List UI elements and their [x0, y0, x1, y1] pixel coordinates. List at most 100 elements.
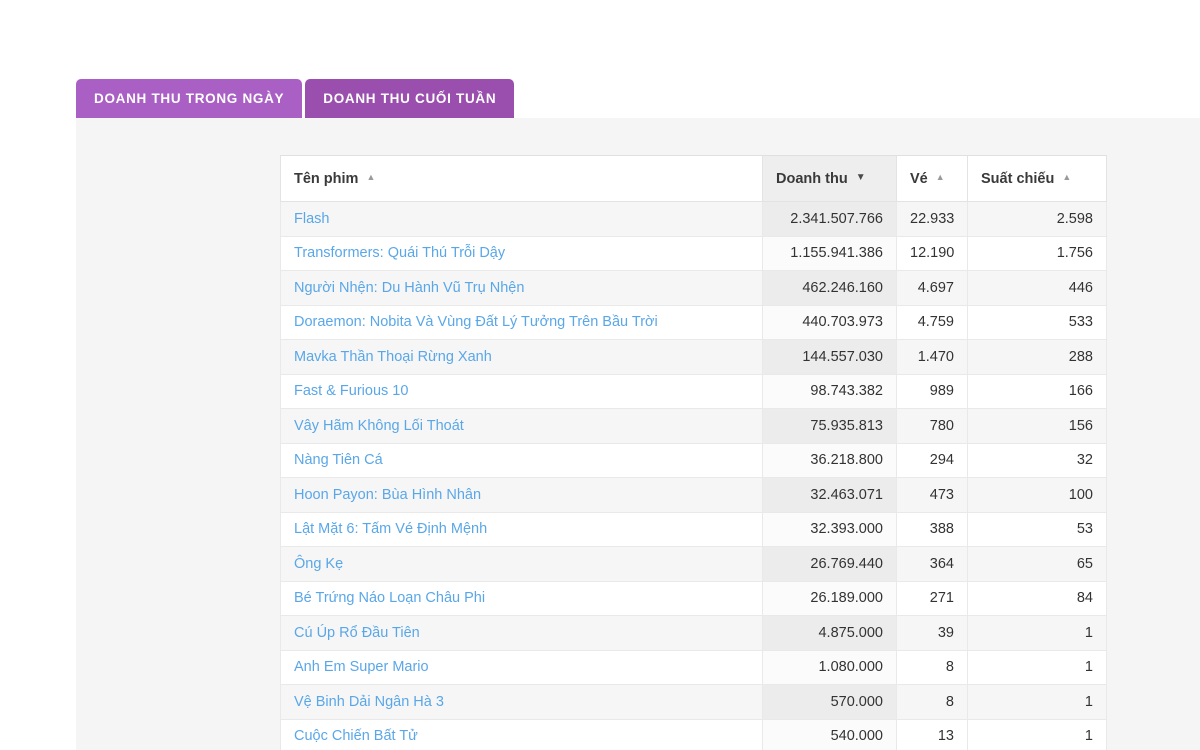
- table-row: Cuộc Chiến Bất Tử 540.000 13 1: [280, 718, 1107, 750]
- table-row: Transformers: Quái Thú Trỗi Dậy 1.155.941…: [280, 235, 1107, 271]
- table-row: Vây Hãm Không Lối Thoát 75.935.813 780 156: [280, 408, 1107, 444]
- cell-tickets: 1.470: [896, 339, 968, 375]
- cell-tickets: 8: [896, 684, 968, 720]
- movie-title-link[interactable]: Vây Hãm Không Lối Thoát: [280, 408, 763, 444]
- cell-showtimes: 1.756: [967, 235, 1107, 271]
- table-row: Người Nhện: Du Hành Vũ Trụ Nhện 462.246.1…: [280, 270, 1107, 306]
- cell-tickets: 364: [896, 546, 968, 582]
- table-row: Vệ Binh Dải Ngân Hà 3 570.000 8 1: [280, 684, 1107, 720]
- cell-revenue: 462.246.160: [762, 270, 897, 306]
- cell-revenue: 36.218.800: [762, 442, 897, 478]
- tab-doanh-thu-trong-ngay[interactable]: DOANH THU TRONG NGÀY: [76, 79, 303, 118]
- cell-showtimes: 156: [967, 408, 1107, 444]
- cell-showtimes: 53: [967, 511, 1107, 547]
- table-body: Flash 2.341.507.766 22.933 2.598 Transformer…: [280, 201, 1107, 750]
- cell-showtimes: 288: [967, 339, 1107, 375]
- cell-showtimes: 446: [967, 270, 1107, 306]
- cell-tickets: 4.759: [896, 304, 968, 340]
- column-header-label: Vé: [910, 170, 928, 187]
- movie-title-link[interactable]: Cú Úp Rổ Đầu Tiên: [280, 615, 763, 651]
- sort-asc-icon[interactable]: ▲: [936, 173, 945, 182]
- cell-tickets: 22.933: [896, 201, 968, 237]
- cell-revenue: 2.341.507.766: [762, 201, 897, 237]
- cell-revenue: 26.189.000: [762, 580, 897, 616]
- table-row: Nàng Tiên Cá 36.218.800 294 32: [280, 442, 1107, 478]
- cell-tickets: 12.190: [896, 235, 968, 271]
- movie-title-link[interactable]: Nàng Tiên Cá: [280, 442, 763, 478]
- table-row: Anh Em Super Mario 1.080.000 8 1: [280, 649, 1107, 685]
- table-row: Doraemon: Nobita Và Vùng Đất Lý Tưởng Tr…: [280, 304, 1107, 340]
- movie-title-link[interactable]: Vệ Binh Dải Ngân Hà 3: [280, 684, 763, 720]
- table-row: Flash 2.341.507.766 22.933 2.598: [280, 201, 1107, 237]
- movie-title-link[interactable]: Anh Em Super Mario: [280, 649, 763, 685]
- cell-revenue: 440.703.973: [762, 304, 897, 340]
- table-header-row: Tên phim ▲ Doanh thu ▼ Vé ▲ Suất chiếu ▲: [280, 155, 1107, 202]
- cell-showtimes: 1: [967, 718, 1107, 750]
- movie-title-link[interactable]: Cuộc Chiến Bất Tử: [280, 718, 763, 750]
- cell-tickets: 294: [896, 442, 968, 478]
- cell-revenue: 32.463.071: [762, 477, 897, 513]
- table-row: Hoon Payon: Bùa Hình Nhân 32.463.071 473 10…: [280, 477, 1107, 513]
- table-row: Cú Úp Rổ Đầu Tiên 4.875.000 39 1: [280, 615, 1107, 651]
- tab-doanh-thu-cuoi-tuan[interactable]: DOANH THU CUỐI TUẦN: [305, 79, 515, 118]
- tab-bar: DOANH THU TRONG NGÀY DOANH THU CUỐI TUẦN: [76, 79, 515, 118]
- table-row: Ông Kẹ 26.769.440 364 65: [280, 546, 1107, 582]
- revenue-table: Tên phim ▲ Doanh thu ▼ Vé ▲ Suất chiếu ▲ Flash 2…: [280, 155, 1107, 750]
- cell-showtimes: 1: [967, 615, 1107, 651]
- movie-title-link[interactable]: Bé Trứng Náo Loạn Châu Phi: [280, 580, 763, 616]
- column-header-3[interactable]: Suất chiếu ▲: [967, 155, 1107, 202]
- cell-revenue: 26.769.440: [762, 546, 897, 582]
- column-header-label: Doanh thu: [776, 170, 848, 187]
- column-header-1[interactable]: Doanh thu ▼: [762, 155, 897, 202]
- sort-asc-icon[interactable]: ▲: [366, 173, 375, 182]
- sort-asc-icon[interactable]: ▲: [1062, 173, 1071, 182]
- cell-tickets: 388: [896, 511, 968, 547]
- column-header-label: Suất chiếu: [981, 170, 1055, 187]
- cell-revenue: 540.000: [762, 718, 897, 750]
- cell-showtimes: 84: [967, 580, 1107, 616]
- column-header-label: Tên phim: [294, 170, 359, 187]
- cell-tickets: 271: [896, 580, 968, 616]
- table-head: Tên phim ▲ Doanh thu ▼ Vé ▲ Suất chiếu ▲: [280, 155, 1107, 202]
- table-row: Lật Mặt 6: Tấm Vé Định Mệnh 32.393.000 388…: [280, 511, 1107, 547]
- cell-revenue: 75.935.813: [762, 408, 897, 444]
- cell-showtimes: 65: [967, 546, 1107, 582]
- movie-title-link[interactable]: Hoon Payon: Bùa Hình Nhân: [280, 477, 763, 513]
- cell-showtimes: 32: [967, 442, 1107, 478]
- column-header-0[interactable]: Tên phim ▲: [280, 155, 763, 202]
- cell-showtimes: 1: [967, 649, 1107, 685]
- movie-title-link[interactable]: Ông Kẹ: [280, 546, 763, 582]
- table-row: Bé Trứng Náo Loạn Châu Phi 26.189.000 271 8…: [280, 580, 1107, 616]
- cell-showtimes: 2.598: [967, 201, 1107, 237]
- cell-showtimes: 1: [967, 684, 1107, 720]
- movie-title-link[interactable]: Doraemon: Nobita Và Vùng Đất Lý Tưởng Tr…: [280, 304, 763, 340]
- sort-desc-icon[interactable]: ▼: [856, 172, 866, 183]
- page-root: DOANH THU TRONG NGÀY DOANH THU CUỐI TUẦN …: [0, 0, 1200, 750]
- cell-tickets: 780: [896, 408, 968, 444]
- cell-revenue: 1.155.941.386: [762, 235, 897, 271]
- revenue-table-container: Tên phim ▲ Doanh thu ▼ Vé ▲ Suất chiếu ▲ Flash 2…: [280, 155, 1107, 750]
- movie-title-link[interactable]: Fast & Furious 10: [280, 373, 763, 409]
- table-row: Fast & Furious 10 98.743.382 989 166: [280, 373, 1107, 409]
- column-header-2[interactable]: Vé ▲: [896, 155, 968, 202]
- cell-revenue: 144.557.030: [762, 339, 897, 375]
- cell-revenue: 570.000: [762, 684, 897, 720]
- cell-showtimes: 166: [967, 373, 1107, 409]
- cell-tickets: 4.697: [896, 270, 968, 306]
- cell-revenue: 32.393.000: [762, 511, 897, 547]
- cell-revenue: 98.743.382: [762, 373, 897, 409]
- movie-title-link[interactable]: Transformers: Quái Thú Trỗi Dậy: [280, 235, 763, 271]
- movie-title-link[interactable]: Flash: [280, 201, 763, 237]
- movie-title-link[interactable]: Lật Mặt 6: Tấm Vé Định Mệnh: [280, 511, 763, 547]
- cell-revenue: 1.080.000: [762, 649, 897, 685]
- table-row: Mavka Thần Thoại Rừng Xanh 144.557.030 1.4…: [280, 339, 1107, 375]
- cell-tickets: 13: [896, 718, 968, 750]
- cell-showtimes: 533: [967, 304, 1107, 340]
- movie-title-link[interactable]: Mavka Thần Thoại Rừng Xanh: [280, 339, 763, 375]
- movie-title-link[interactable]: Người Nhện: Du Hành Vũ Trụ Nhện: [280, 270, 763, 306]
- cell-tickets: 8: [896, 649, 968, 685]
- cell-revenue: 4.875.000: [762, 615, 897, 651]
- cell-tickets: 989: [896, 373, 968, 409]
- cell-tickets: 473: [896, 477, 968, 513]
- cell-tickets: 39: [896, 615, 968, 651]
